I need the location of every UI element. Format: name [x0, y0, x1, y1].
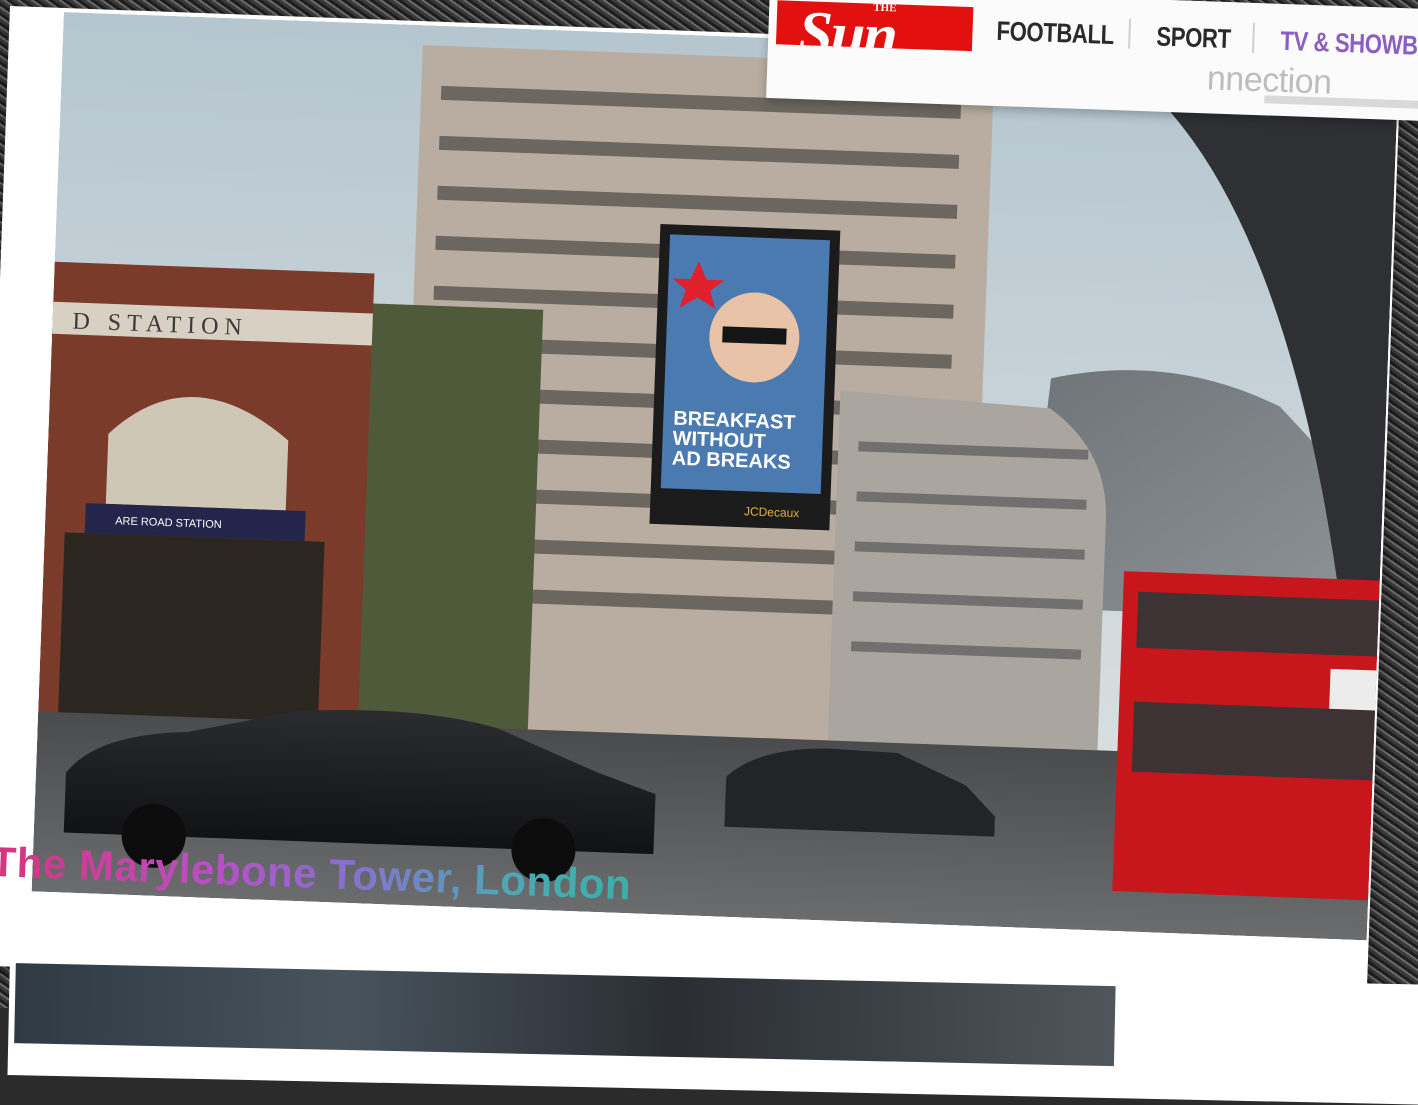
- nav-tv-showbiz[interactable]: TV & SHOWBI: [1280, 26, 1418, 62]
- marylebone-street-scene: BREAKFAST WITHOUT AD BREAKS JCDecaux D S…: [31, 11, 1399, 941]
- nav-divider: [1251, 22, 1256, 53]
- nav-underline: [1264, 95, 1418, 113]
- nav-sport[interactable]: SPORT: [1156, 22, 1231, 56]
- logo-sun-text: Sun: [797, 0, 897, 52]
- billboard-headline-3: AD BREAKS: [671, 448, 791, 474]
- nav-divider: [1128, 18, 1132, 49]
- street-photo: BREAKFAST WITHOUT AD BREAKS JCDecaux D S…: [31, 11, 1399, 941]
- nav-football[interactable]: FOOTBALL: [996, 16, 1114, 51]
- the-sun-logo[interactable]: THE Sun: [775, 0, 974, 52]
- billboard-operator: JCDecaux: [744, 504, 800, 520]
- next-photo-preview: [14, 963, 1116, 1067]
- photo-card: BREAKFAST WITHOUT AD BREAKS JCDecaux D S…: [0, 6, 1402, 1017]
